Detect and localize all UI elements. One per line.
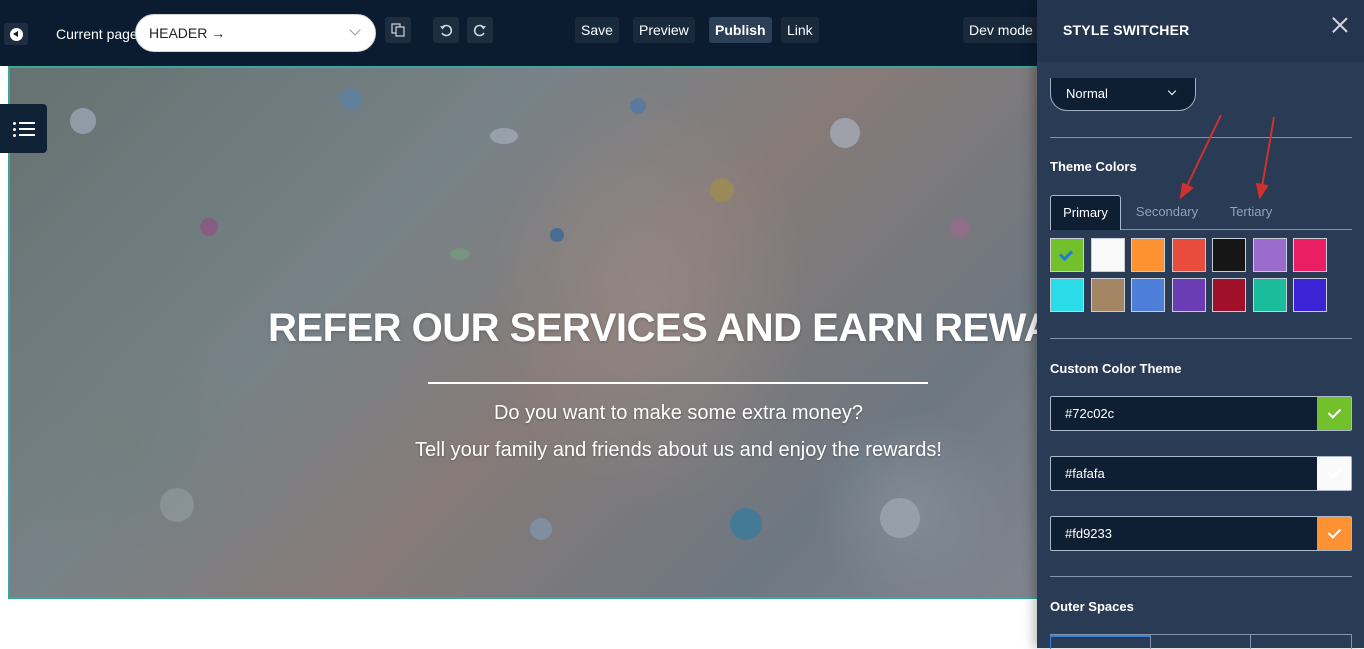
custom-color-value: #fd9233 bbox=[1065, 526, 1112, 541]
color-swatch[interactable] bbox=[1212, 238, 1246, 272]
color-swatch[interactable] bbox=[1131, 238, 1165, 272]
checkmark-icon bbox=[1327, 405, 1341, 419]
copy-button[interactable] bbox=[385, 17, 411, 43]
checkmark-icon bbox=[1058, 246, 1074, 262]
copy-icon bbox=[391, 23, 405, 37]
panel-title: STYLE SWITCHER bbox=[1063, 22, 1190, 38]
custom-color-field-1[interactable]: #72c02c bbox=[1050, 396, 1352, 431]
divider bbox=[1050, 576, 1352, 577]
color-chip[interactable] bbox=[1317, 397, 1351, 430]
checkmark-icon bbox=[1327, 525, 1341, 539]
outer-space-option[interactable] bbox=[1251, 635, 1352, 649]
arrow-left-icon bbox=[9, 27, 23, 41]
outer-spaces-title: Outer Spaces bbox=[1050, 599, 1134, 614]
color-chip[interactable] bbox=[1317, 457, 1351, 490]
chevron-down-icon bbox=[1167, 86, 1177, 96]
checkmark-icon bbox=[1327, 465, 1341, 479]
preview-button[interactable]: Preview bbox=[633, 17, 695, 43]
custom-color-theme-title: Custom Color Theme bbox=[1050, 361, 1182, 376]
current-page-label: Current page bbox=[56, 26, 138, 42]
custom-color-value: #72c02c bbox=[1065, 406, 1115, 421]
theme-colors-title: Theme Colors bbox=[1050, 159, 1137, 174]
color-swatch[interactable] bbox=[1293, 238, 1327, 272]
color-swatch[interactable] bbox=[1131, 278, 1165, 312]
page-select-value: HEADER → bbox=[149, 25, 226, 41]
custom-color-value: #fafafa bbox=[1065, 466, 1105, 481]
hero-divider bbox=[428, 382, 928, 384]
color-swatch[interactable] bbox=[1171, 238, 1206, 272]
mode-select[interactable]: Normal bbox=[1050, 78, 1196, 111]
custom-color-field-3[interactable]: #fd9233 bbox=[1050, 516, 1352, 551]
color-swatch[interactable] bbox=[1293, 278, 1327, 312]
chevron-down-icon bbox=[349, 24, 361, 36]
dev-mode-toggle[interactable]: Dev mode | bbox=[963, 17, 1037, 43]
mode-select-value: Normal bbox=[1066, 86, 1108, 101]
publish-button[interactable]: Publish bbox=[709, 17, 772, 43]
outer-space-option[interactable] bbox=[1050, 635, 1151, 649]
hero-subtitle-2: Tell your family and friends about us an… bbox=[415, 439, 942, 461]
custom-color-field-2[interactable]: #fafafa bbox=[1050, 456, 1352, 491]
outer-space-option[interactable] bbox=[1151, 635, 1251, 649]
link-button[interactable]: Link bbox=[781, 17, 819, 43]
color-swatch[interactable] bbox=[1050, 238, 1084, 272]
undo-button[interactable] bbox=[433, 17, 459, 43]
top-toolbar: Current page HEADER → Save Preview Publi… bbox=[0, 0, 1037, 66]
color-swatch[interactable] bbox=[1252, 278, 1287, 312]
redo-icon bbox=[473, 24, 486, 37]
color-swatch[interactable] bbox=[1050, 278, 1084, 312]
back-button[interactable] bbox=[4, 23, 28, 45]
close-icon[interactable] bbox=[1332, 17, 1348, 33]
hero-title: REFER OUR SERVICES AND EARN REWARDS bbox=[268, 306, 1037, 350]
list-icon bbox=[12, 121, 35, 137]
divider bbox=[1050, 338, 1352, 339]
tab-tertiary[interactable]: Tertiary bbox=[1215, 195, 1287, 230]
color-swatch[interactable] bbox=[1171, 278, 1206, 312]
hero-section[interactable]: REFER OUR SERVICES AND EARN REWARDS Do y… bbox=[8, 66, 1037, 599]
color-swatch[interactable] bbox=[1212, 278, 1246, 312]
sections-menu-button[interactable] bbox=[0, 104, 47, 153]
redo-button[interactable] bbox=[467, 17, 493, 43]
color-swatch[interactable] bbox=[1252, 238, 1287, 272]
save-button[interactable]: Save bbox=[575, 17, 619, 43]
theme-color-tabs: Primary Secondary Tertiary bbox=[1050, 195, 1352, 230]
page-select[interactable]: HEADER → bbox=[135, 14, 376, 52]
color-swatch[interactable] bbox=[1090, 238, 1125, 272]
undo-icon bbox=[440, 24, 453, 37]
color-chip[interactable] bbox=[1317, 517, 1351, 550]
tab-primary[interactable]: Primary bbox=[1050, 195, 1121, 230]
divider bbox=[1050, 137, 1352, 138]
color-swatch[interactable] bbox=[1090, 278, 1125, 312]
panel-header: STYLE SWITCHER bbox=[1037, 0, 1364, 62]
outer-spaces-options bbox=[1050, 634, 1352, 649]
hero-subtitle-1: Do you want to make some extra money? bbox=[493, 402, 864, 424]
tab-secondary[interactable]: Secondary bbox=[1126, 195, 1208, 230]
style-switcher-panel: STYLE SWITCHER Normal Theme Colors Prima… bbox=[1037, 0, 1364, 649]
